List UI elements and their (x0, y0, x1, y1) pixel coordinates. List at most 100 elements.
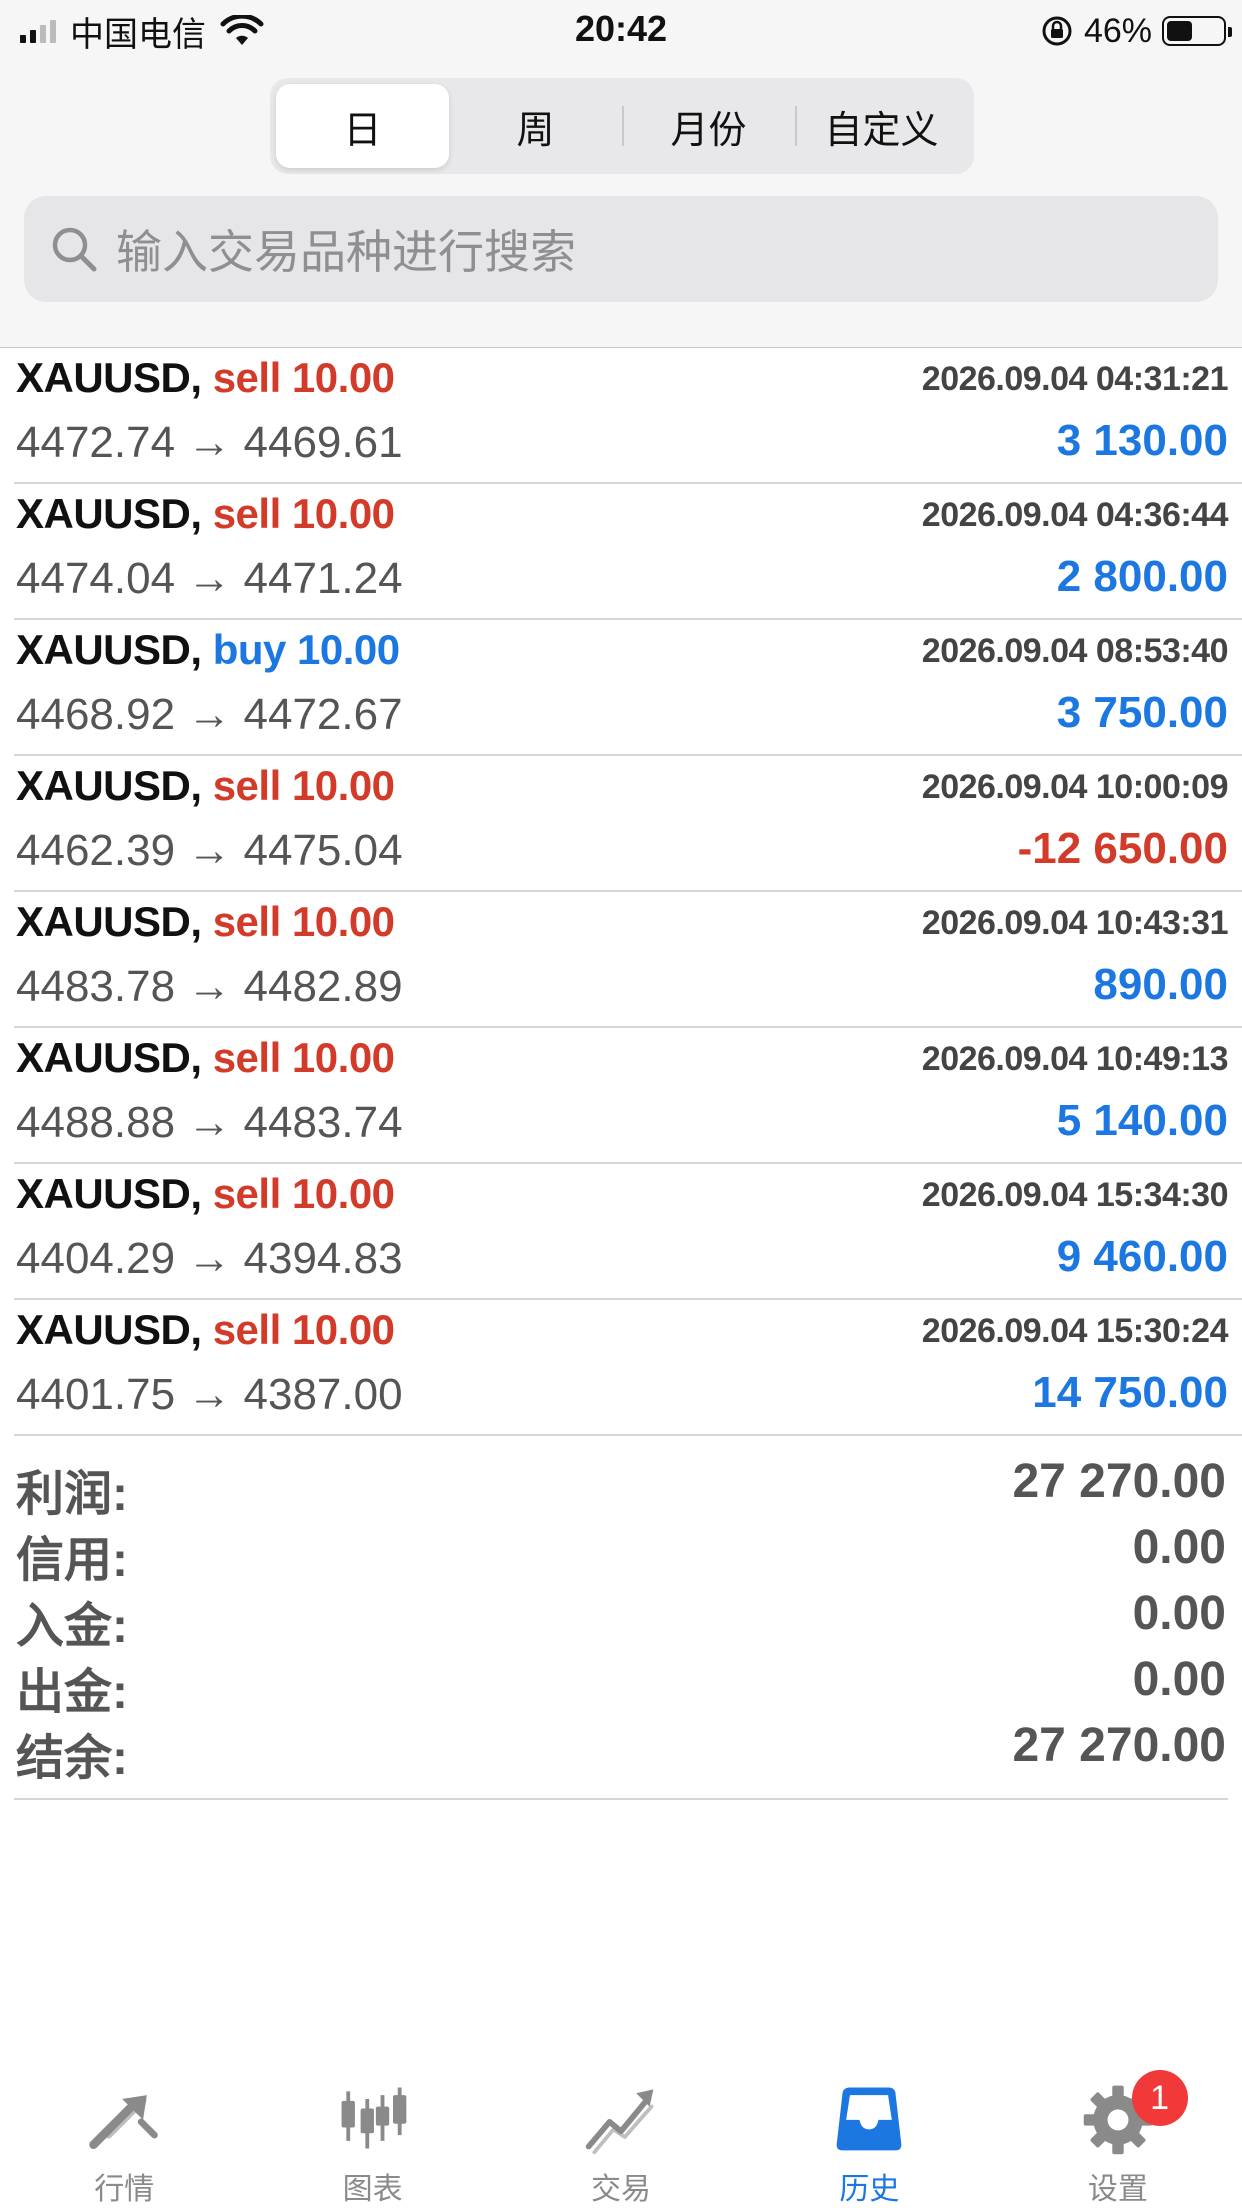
notification-badge: 1 (1131, 2070, 1188, 2126)
search-placeholder: 输入交易品种进行搜索 (116, 226, 576, 278)
deal-time: 2026.09.04 15:34:30 (921, 1176, 1229, 1214)
summary-row: 出金: 0.00 (14, 1648, 1228, 1719)
deal-prices: 4488.88 → 4483.74 (16, 1098, 403, 1147)
summary-row: 信用: 0.00 (14, 1516, 1228, 1587)
tab-week[interactable]: 周 (449, 84, 622, 168)
deal-prices: 4404.29 → 4394.83 (16, 1234, 403, 1283)
summary-label: 入金: (16, 1600, 128, 1653)
tab-label: 图表 (342, 2173, 403, 2206)
deal-prices: 4483.78 → 4482.89 (16, 962, 403, 1011)
deal-prices: 4462.39 → 4475.04 (16, 826, 403, 875)
deal-row[interactable]: XAUUSD, sell 10.00 2026.09.04 15:30:24 440… (14, 1300, 1242, 1436)
deal-profit: 14 750.00 (1032, 1368, 1228, 1417)
deal-row[interactable]: XAUUSD, buy 10.00 2026.09.04 08:53:40 4468… (14, 620, 1242, 756)
deal-prices: 4468.92 → 4472.67 (16, 690, 403, 739)
battery-percent: 46% (1083, 11, 1152, 50)
search-icon (52, 227, 97, 272)
deal-profit: 2 800.00 (1056, 552, 1228, 601)
deal-side-volume: sell 10.00 (212, 1306, 395, 1353)
deal-title: XAUUSD, sell 10.00 (16, 898, 395, 946)
deal-side-volume: sell 10.00 (212, 490, 395, 537)
tab-month[interactable]: 月份 (622, 84, 795, 168)
deals-list: XAUUSD, sell 10.00 2026.09.04 04:31:21 447… (0, 348, 1242, 1436)
tab-label: 行情 (94, 2173, 155, 2206)
deal-prices: 4472.74 → 4469.61 (16, 418, 403, 467)
deal-side-volume: sell 10.00 (212, 1170, 395, 1217)
tab-day[interactable]: 日 (276, 84, 449, 168)
deal-symbol: XAUUSD, (16, 1034, 202, 1081)
summary-label: 出金: (16, 1666, 128, 1719)
deal-time: 2026.09.04 04:36:44 (921, 496, 1229, 534)
tab-history[interactable]: 历史 (745, 2060, 993, 2208)
deal-symbol: XAUUSD, (16, 626, 202, 673)
summary-value: 27 270.00 (1012, 1719, 1226, 1772)
deal-profit: 5 140.00 (1056, 1096, 1228, 1145)
bottom-tab-bar: 行情 图表 交易 历史 设置 1 (0, 2060, 1242, 2208)
deal-title: XAUUSD, sell 10.00 (16, 490, 395, 538)
status-right: 46% (1040, 10, 1232, 52)
summary-label: 结余: (16, 1732, 128, 1785)
deal-symbol: XAUUSD, (16, 490, 202, 537)
battery-level (1167, 21, 1192, 41)
summary-label: 利润: (16, 1468, 128, 1521)
summary-section: 利润: 27 270.00 信用: 0.00 入金: 0.00 出金: 0.00 结余: 27 2… (14, 1450, 1228, 1800)
deal-row[interactable]: XAUUSD, sell 10.00 2026.09.04 04:31:21 447… (14, 348, 1242, 484)
deal-title: XAUUSD, sell 10.00 (16, 1034, 395, 1082)
deal-title: XAUUSD, sell 10.00 (16, 354, 395, 402)
summary-value: 0.00 (1132, 1653, 1226, 1706)
deal-row[interactable]: XAUUSD, sell 10.00 2026.09.04 15:34:30 440… (14, 1164, 1242, 1300)
summary-value: 0.00 (1132, 1521, 1226, 1574)
deal-time: 2026.09.04 10:00:09 (921, 768, 1229, 806)
deal-time: 2026.09.04 10:49:13 (921, 1040, 1229, 1078)
deal-symbol: XAUUSD, (16, 1306, 202, 1353)
tab-trade[interactable]: 交易 (497, 2060, 745, 2208)
deal-symbol: XAUUSD, (16, 762, 202, 809)
deal-side-volume: sell 10.00 (212, 354, 395, 401)
summary-row: 入金: 0.00 (14, 1582, 1228, 1653)
deal-symbol: XAUUSD, (16, 1170, 202, 1217)
history-inbox-icon (837, 2087, 902, 2151)
summary-row: 利润: 27 270.00 (14, 1450, 1228, 1521)
quotes-arrows-icon (89, 2095, 159, 2149)
tab-label: 交易 (591, 2173, 652, 2206)
rotation-lock-icon (1042, 16, 1072, 46)
deal-prices: 4401.75 → 4387.00 (16, 1370, 403, 1419)
deal-symbol: XAUUSD, (16, 898, 202, 945)
deal-side-volume: sell 10.00 (212, 1034, 395, 1081)
period-segmented-control: 日 周 月份 自定义 (270, 78, 974, 174)
summary-label: 信用: (16, 1534, 128, 1587)
deal-profit: 3 750.00 (1056, 688, 1228, 737)
tab-quotes[interactable]: 行情 (0, 2060, 248, 2208)
deal-title: XAUUSD, sell 10.00 (16, 762, 395, 810)
deal-side-volume: sell 10.00 (212, 898, 395, 945)
trade-trend-icon (585, 2089, 654, 2155)
summary-value: 27 270.00 (1012, 1455, 1226, 1508)
search-input[interactable]: 输入交易品种进行搜索 (24, 196, 1218, 302)
deal-profit: 3 130.00 (1056, 416, 1228, 465)
deal-symbol: XAUUSD, (16, 354, 202, 401)
deal-title: XAUUSD, buy 10.00 (16, 626, 400, 674)
deal-title: XAUUSD, sell 10.00 (16, 1306, 395, 1354)
summary-row: 结余: 27 270.00 (14, 1714, 1228, 1785)
deal-profit: -12 650.00 (1017, 824, 1228, 873)
chart-candles-icon (341, 2087, 406, 2149)
deal-side-volume: buy 10.00 (212, 626, 400, 673)
tab-label: 设置 (1087, 2173, 1148, 2206)
deal-row[interactable]: XAUUSD, sell 10.00 2026.09.04 10:00:09 446… (14, 756, 1242, 892)
deal-row[interactable]: XAUUSD, sell 10.00 2026.09.04 10:43:31 448… (14, 892, 1242, 1028)
status-bar: 中国电信 20:42 46% (0, 0, 1242, 62)
deal-time: 2026.09.04 08:53:40 (921, 632, 1229, 670)
deal-prices: 4474.04 → 4471.24 (16, 554, 403, 603)
deal-row[interactable]: XAUUSD, sell 10.00 2026.09.04 10:49:13 448… (14, 1028, 1242, 1164)
deal-title: XAUUSD, sell 10.00 (16, 1170, 395, 1218)
battery-icon (1162, 16, 1232, 46)
tab-charts[interactable]: 图表 (248, 2060, 496, 2208)
tab-custom[interactable]: 自定义 (795, 84, 968, 168)
deal-side-volume: sell 10.00 (212, 762, 395, 809)
deal-profit: 9 460.00 (1056, 1232, 1228, 1281)
tab-settings[interactable]: 设置 1 (994, 2060, 1242, 2208)
deal-time: 2026.09.04 15:30:24 (921, 1312, 1229, 1350)
deal-profit: 890.00 (1093, 960, 1228, 1009)
deal-row[interactable]: XAUUSD, sell 10.00 2026.09.04 04:36:44 447… (14, 484, 1242, 620)
tab-label: 历史 (839, 2173, 900, 2206)
